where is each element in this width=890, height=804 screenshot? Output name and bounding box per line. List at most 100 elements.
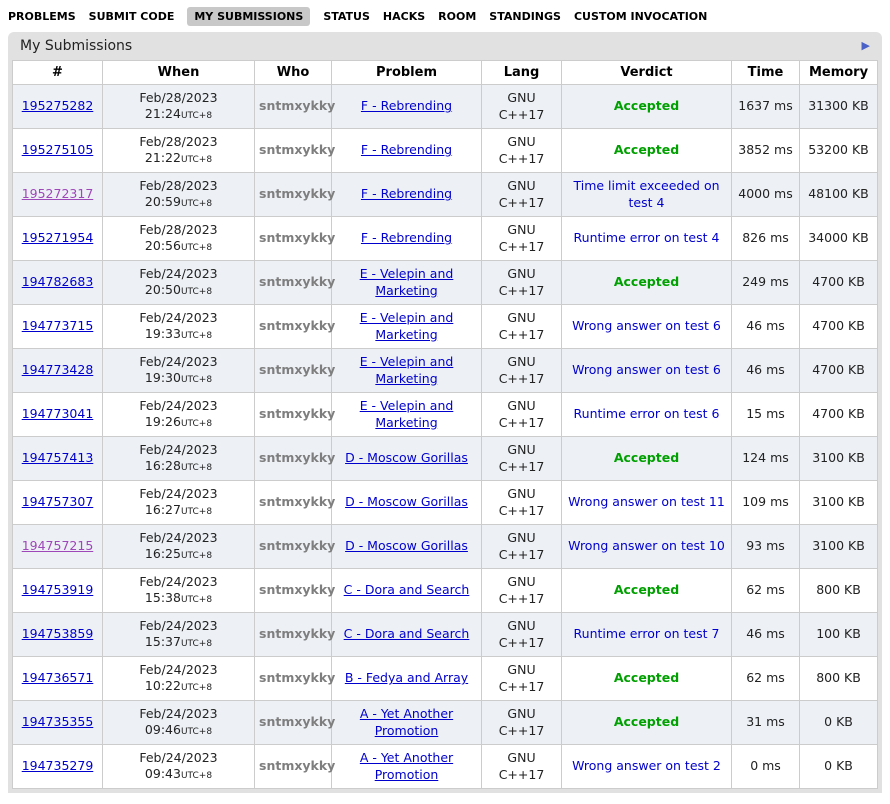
- column-header-problem: Problem: [332, 61, 482, 85]
- user-link[interactable]: sntmxykky: [259, 318, 335, 333]
- user-link[interactable]: sntmxykky: [259, 758, 335, 773]
- nav-item-room[interactable]: ROOM: [438, 7, 476, 26]
- verdict-text: Accepted: [614, 582, 679, 597]
- problem-link[interactable]: E - Velepin and Marketing: [360, 398, 454, 429]
- user-link[interactable]: sntmxykky: [259, 714, 335, 729]
- cell-time: 62 ms: [732, 657, 800, 701]
- submission-date: Feb/24/2023: [139, 530, 217, 545]
- user-link[interactable]: sntmxykky: [259, 362, 335, 377]
- user-link[interactable]: sntmxykky: [259, 626, 335, 641]
- cell-problem: F - Rebrending: [332, 85, 482, 129]
- cell-problem: D - Moscow Gorillas: [332, 525, 482, 569]
- cell-submission-id: 195271954: [13, 217, 103, 261]
- submission-date: Feb/24/2023: [139, 486, 217, 501]
- cell-problem: E - Velepin and Marketing: [332, 305, 482, 349]
- user-link[interactable]: sntmxykky: [259, 98, 335, 113]
- arrow-right-icon[interactable]: ▶: [862, 39, 870, 52]
- cell-problem: A - Yet Another Promotion: [332, 745, 482, 789]
- table-header-row: #WhenWhoProblemLangVerdictTimeMemory: [13, 61, 878, 85]
- nav-item-custom-invocation[interactable]: CUSTOM INVOCATION: [574, 7, 707, 26]
- problem-link[interactable]: D - Moscow Gorillas: [345, 450, 468, 465]
- problem-link[interactable]: C - Dora and Search: [344, 626, 470, 641]
- submission-id-link[interactable]: 194753859: [22, 626, 94, 641]
- column-header-who: Who: [255, 61, 332, 85]
- cell-submission-id: 194736571: [13, 657, 103, 701]
- submission-id-link[interactable]: 195275105: [22, 142, 94, 157]
- submission-id-link[interactable]: 195272317: [22, 186, 94, 201]
- cell-memory: 34000 KB: [800, 217, 878, 261]
- cell-lang: GNU C++17: [482, 745, 562, 789]
- user-link[interactable]: sntmxykky: [259, 450, 335, 465]
- nav-item-problems[interactable]: PROBLEMS: [8, 7, 76, 26]
- column-header-when: When: [103, 61, 255, 85]
- problem-link[interactable]: F - Rebrending: [361, 142, 452, 157]
- submission-id-link[interactable]: 194773041: [22, 406, 94, 421]
- cell-submission-id: 194735279: [13, 745, 103, 789]
- submission-timezone: UTC+8: [181, 111, 212, 121]
- cell-verdict: Wrong answer on test 10: [562, 525, 732, 569]
- user-link[interactable]: sntmxykky: [259, 142, 335, 157]
- submission-date: Feb/24/2023: [139, 706, 217, 721]
- submission-time: 21:24: [145, 106, 181, 121]
- nav-item-submit-code[interactable]: SUBMIT CODE: [89, 7, 175, 26]
- problem-link[interactable]: E - Velepin and Marketing: [360, 266, 454, 297]
- submission-time: 20:50: [145, 282, 181, 297]
- cell-problem: F - Rebrending: [332, 129, 482, 173]
- submission-id-link[interactable]: 194736571: [22, 670, 94, 685]
- cell-time: 46 ms: [732, 613, 800, 657]
- cell-who: sntmxykky: [255, 613, 332, 657]
- submission-id-link[interactable]: 194782683: [22, 274, 94, 289]
- problem-link[interactable]: D - Moscow Gorillas: [345, 494, 468, 509]
- cell-problem: B - Fedya and Array: [332, 657, 482, 701]
- user-link[interactable]: sntmxykky: [259, 538, 335, 553]
- cell-when: Feb/24/202309:43UTC+8: [103, 745, 255, 789]
- problem-link[interactable]: A - Yet Another Promotion: [360, 706, 453, 737]
- nav-item-standings[interactable]: STANDINGS: [489, 7, 561, 26]
- submission-time: 16:25: [145, 546, 181, 561]
- submission-id-link[interactable]: 194773715: [22, 318, 94, 333]
- user-link[interactable]: sntmxykky: [259, 582, 335, 597]
- submission-timezone: UTC+8: [181, 595, 212, 605]
- submission-id-link[interactable]: 194757413: [22, 450, 94, 465]
- cell-lang: GNU C++17: [482, 569, 562, 613]
- user-link[interactable]: sntmxykky: [259, 274, 335, 289]
- nav-item-status[interactable]: STATUS: [323, 7, 370, 26]
- problem-link[interactable]: F - Rebrending: [361, 230, 452, 245]
- cell-submission-id: 194773428: [13, 349, 103, 393]
- problem-link[interactable]: B - Fedya and Array: [345, 670, 468, 685]
- problem-link[interactable]: C - Dora and Search: [344, 582, 470, 597]
- submission-id-link[interactable]: 195275282: [22, 98, 94, 113]
- submission-timezone: UTC+8: [181, 419, 212, 429]
- column-header-verdict: Verdict: [562, 61, 732, 85]
- user-link[interactable]: sntmxykky: [259, 494, 335, 509]
- problem-link[interactable]: E - Velepin and Marketing: [360, 354, 454, 385]
- submission-timezone: UTC+8: [181, 375, 212, 385]
- submission-timezone: UTC+8: [181, 331, 212, 341]
- submission-id-link[interactable]: 194735355: [22, 714, 94, 729]
- cell-verdict: Accepted: [562, 701, 732, 745]
- user-link[interactable]: sntmxykky: [259, 186, 335, 201]
- table-row: 194773715Feb/24/202319:33UTC+8sntmxykkyE…: [13, 305, 878, 349]
- problem-link[interactable]: E - Velepin and Marketing: [360, 310, 454, 341]
- problem-link[interactable]: D - Moscow Gorillas: [345, 538, 468, 553]
- submission-id-link[interactable]: 194753919: [22, 582, 94, 597]
- nav-item-hacks[interactable]: HACKS: [383, 7, 425, 26]
- submission-time: 09:43: [145, 766, 181, 781]
- submission-id-link[interactable]: 194735279: [22, 758, 94, 773]
- submission-time: 20:56: [145, 238, 181, 253]
- cell-verdict: Accepted: [562, 657, 732, 701]
- problem-link[interactable]: A - Yet Another Promotion: [360, 750, 453, 781]
- submission-id-link[interactable]: 194757215: [22, 538, 94, 553]
- user-link[interactable]: sntmxykky: [259, 670, 335, 685]
- cell-submission-id: 194753859: [13, 613, 103, 657]
- problem-link[interactable]: F - Rebrending: [361, 98, 452, 113]
- submission-id-link[interactable]: 195271954: [22, 230, 94, 245]
- user-link[interactable]: sntmxykky: [259, 406, 335, 421]
- problem-link[interactable]: F - Rebrending: [361, 186, 452, 201]
- nav-item-my-submissions[interactable]: MY SUBMISSIONS: [187, 7, 310, 26]
- submission-time: 10:22: [145, 678, 181, 693]
- user-link[interactable]: sntmxykky: [259, 230, 335, 245]
- cell-when: Feb/24/202315:37UTC+8: [103, 613, 255, 657]
- submission-id-link[interactable]: 194773428: [22, 362, 94, 377]
- submission-id-link[interactable]: 194757307: [22, 494, 94, 509]
